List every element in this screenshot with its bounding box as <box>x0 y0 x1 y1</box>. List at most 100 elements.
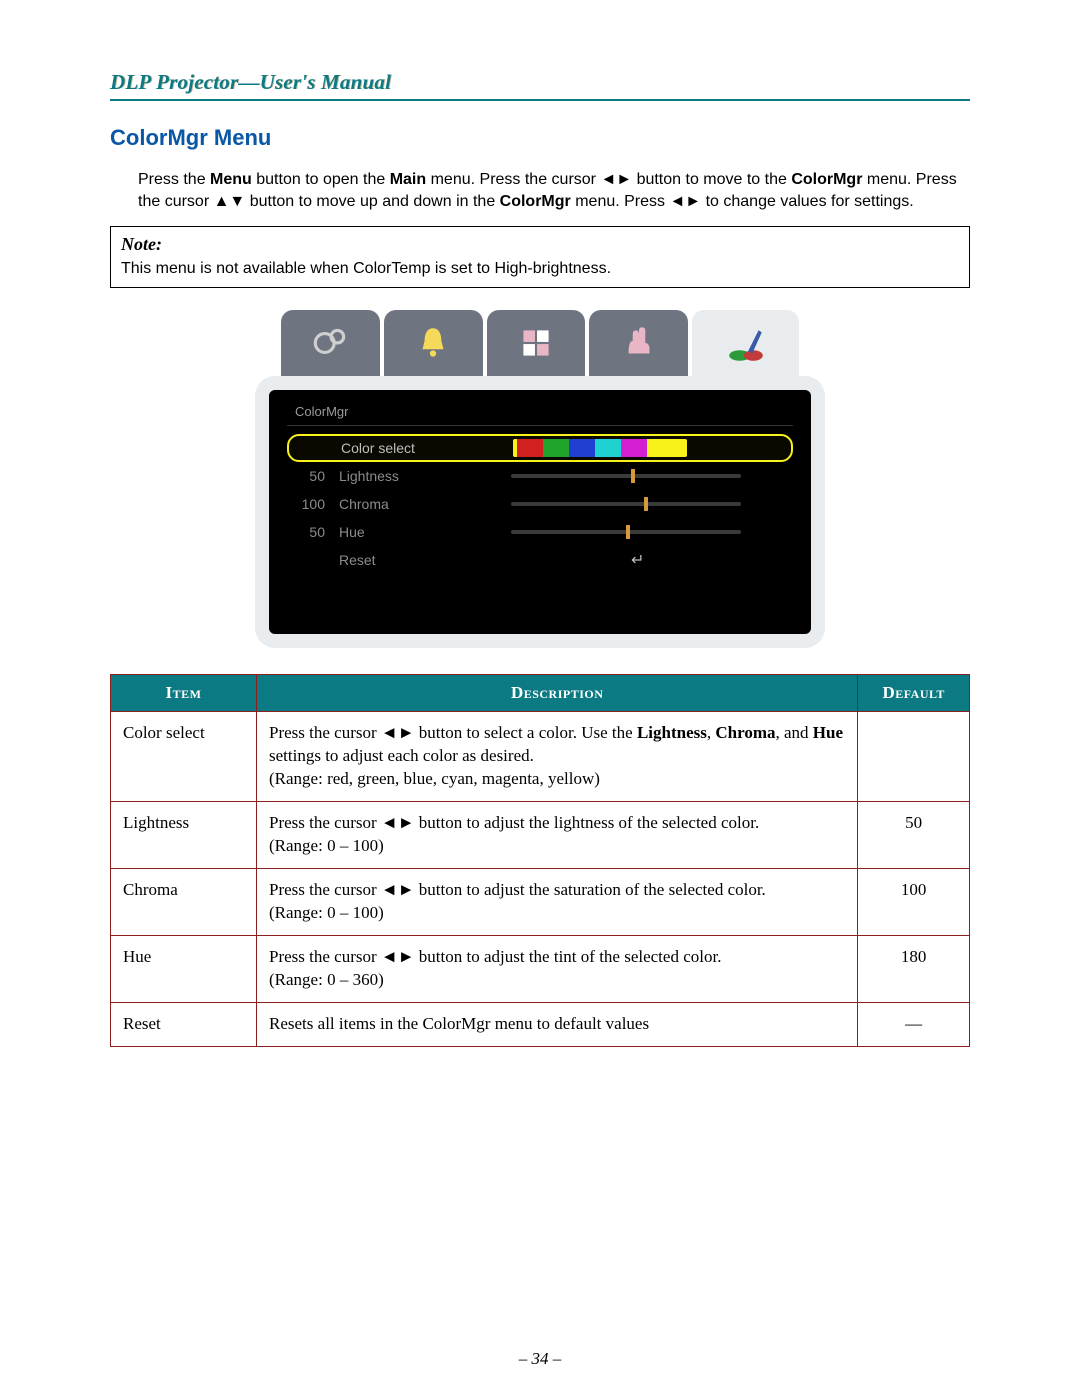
chip-red <box>517 439 543 457</box>
desc-text: , and <box>776 723 813 742</box>
intro-bold-colormgr2: ColorMgr <box>500 193 571 210</box>
slider-thumb <box>626 525 630 539</box>
desc-text: Press the cursor ◄► button to adjust the… <box>269 947 721 966</box>
desc-text: Press the cursor ◄► button to adjust the… <box>269 880 766 899</box>
osd-value: 50 <box>287 468 339 484</box>
osd-label: Hue <box>339 524 511 540</box>
slider-thumb <box>631 469 635 483</box>
desc-range: (Range: red, green, blue, cyan, magenta,… <box>269 769 600 788</box>
cell-desc: Press the cursor ◄► button to adjust the… <box>257 869 858 936</box>
desc-range: (Range: 0 – 100) <box>269 836 384 855</box>
osd-control-enter: ↵ <box>511 550 793 570</box>
note-text: This menu is not available when ColorTem… <box>121 260 611 277</box>
osd-tab-misc <box>589 310 688 376</box>
note-label: Note: <box>121 233 959 256</box>
cell-default: 180 <box>858 935 970 1002</box>
cell-item: Hue <box>111 935 257 1002</box>
palette-brush-icon <box>725 324 767 366</box>
desc-bold: Hue <box>813 723 843 742</box>
chip-cyan <box>595 439 621 457</box>
osd-control-chips <box>513 439 791 457</box>
osd-value: 50 <box>287 524 339 540</box>
hand-icon <box>618 322 660 364</box>
intro-bold-colormgr: ColorMgr <box>791 171 862 188</box>
slider-track <box>511 502 741 506</box>
osd-row-hue: 50 Hue <box>287 518 793 546</box>
bell-icon <box>412 322 454 364</box>
desc-text: settings to adjust each color as desired… <box>269 746 534 765</box>
osd-tab-bar <box>255 310 825 376</box>
desc-bold: Chroma <box>715 723 775 742</box>
table-header-row: Item Description Default <box>111 675 970 712</box>
cell-item: Lightness <box>111 802 257 869</box>
osd-tab-setup <box>281 310 380 376</box>
osd-row-color-select: Color select <box>287 434 793 462</box>
table-row: Chroma Press the cursor ◄► button to adj… <box>111 869 970 936</box>
osd-control-slider <box>511 502 793 506</box>
slider-track <box>511 474 741 478</box>
cell-item: Color select <box>111 712 257 802</box>
osd-menu-title: ColorMgr <box>287 404 793 426</box>
th-item: Item <box>111 675 257 712</box>
osd-control-slider <box>511 530 793 534</box>
cell-default: 50 <box>858 802 970 869</box>
osd-screen: ColorMgr Color select <box>269 390 811 634</box>
table-row: Lightness Press the cursor ◄► button to … <box>111 802 970 869</box>
osd-value: 100 <box>287 496 339 512</box>
osd-row-lightness: 50 Lightness <box>287 462 793 490</box>
color-chips-bg <box>513 439 687 457</box>
osd-row-chroma: 100 Chroma <box>287 490 793 518</box>
desc-bold: Lightness <box>637 723 707 742</box>
table-row: Reset Resets all items in the ColorMgr m… <box>111 1002 970 1046</box>
description-table: Item Description Default Color select Pr… <box>110 674 970 1046</box>
osd-body: ColorMgr Color select <box>255 376 825 648</box>
cell-desc: Press the cursor ◄► button to adjust the… <box>257 935 858 1002</box>
intro-text: menu. Press ◄► to change values for sett… <box>571 193 914 210</box>
desc-text: Press the cursor ◄► button to adjust the… <box>269 813 759 832</box>
table-row: Color select Press the cursor ◄► button … <box>111 712 970 802</box>
table-row: Hue Press the cursor ◄► button to adjust… <box>111 935 970 1002</box>
osd-control-slider <box>511 474 793 478</box>
note-box: Note: This menu is not available when Co… <box>110 226 970 288</box>
osd-label: Color select <box>341 440 513 456</box>
cell-item: Chroma <box>111 869 257 936</box>
osd-tab-image <box>487 310 586 376</box>
intro-bold-main: Main <box>390 171 426 188</box>
osd-figure: ColorMgr Color select <box>110 310 970 648</box>
intro-text: Press the <box>138 171 210 188</box>
manual-page: DLP Projector—User's Manual ColorMgr Men… <box>0 0 1080 1397</box>
tiles-icon <box>515 322 557 364</box>
chip-magenta <box>621 439 647 457</box>
osd-label: Lightness <box>339 468 511 484</box>
osd-tab-alarm <box>384 310 483 376</box>
desc-text: Resets all items in the ColorMgr menu to… <box>269 1014 649 1033</box>
cell-desc: Press the cursor ◄► button to adjust the… <box>257 802 858 869</box>
osd-row-reset: Reset ↵ <box>287 546 793 574</box>
intro-bold-menu: Menu <box>210 171 252 188</box>
page-number: – 34 – <box>0 1349 1080 1369</box>
cell-default <box>858 712 970 802</box>
desc-range: (Range: 0 – 360) <box>269 970 384 989</box>
osd-label: Chroma <box>339 496 511 512</box>
enter-icon: ↵ <box>511 550 644 570</box>
intro-text: menu. Press the cursor ◄► button to move… <box>426 171 791 188</box>
osd-tab-colormgr <box>692 310 799 376</box>
intro-text: button to open the <box>252 171 390 188</box>
gear-icon <box>309 322 351 364</box>
chip-green <box>543 439 569 457</box>
osd-label: Reset <box>339 552 511 568</box>
th-description: Description <box>257 675 858 712</box>
section-title: ColorMgr Menu <box>110 125 970 151</box>
desc-range: (Range: 0 – 100) <box>269 903 384 922</box>
header-rule <box>110 99 970 101</box>
desc-text: Press the cursor ◄► button to select a c… <box>269 723 637 742</box>
slider-track <box>511 530 741 534</box>
slider-thumb <box>644 497 648 511</box>
cell-item: Reset <box>111 1002 257 1046</box>
th-default: Default <box>858 675 970 712</box>
cell-default: 100 <box>858 869 970 936</box>
osd-panel: ColorMgr Color select <box>255 310 825 648</box>
cell-desc: Press the cursor ◄► button to select a c… <box>257 712 858 802</box>
chip-blue <box>569 439 595 457</box>
intro-paragraph: Press the Menu button to open the Main m… <box>138 169 970 212</box>
